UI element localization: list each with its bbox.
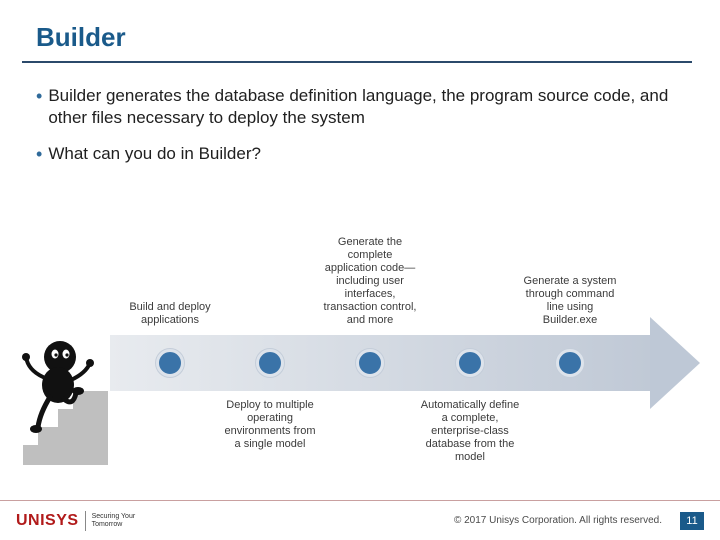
company-logo: UNISYS Securing YourTomorrow <box>16 511 135 531</box>
process-diagram: Build and deploy applications Deploy to … <box>0 220 720 480</box>
climbing-figure-icon <box>18 335 113 470</box>
step-dot <box>356 349 384 377</box>
bullet-item: • What can you do in Builder? <box>36 143 684 165</box>
page-number: 11 <box>680 512 704 530</box>
step-label: Build and deploy applications <box>120 301 220 327</box>
step-label: Automatically define a complete, enterpr… <box>420 399 520 464</box>
step-label: Generate the complete application code—i… <box>320 236 420 327</box>
step-label: Generate a system through command line u… <box>520 275 620 327</box>
copyright-text: © 2017 Unisys Corporation. All rights re… <box>454 515 662 526</box>
footer: UNISYS Securing YourTomorrow © 2017 Unis… <box>0 500 720 540</box>
bullet-text: Builder generates the database definitio… <box>48 85 684 129</box>
step-dot <box>456 349 484 377</box>
step-dot <box>556 349 584 377</box>
content-area: • Builder generates the database definit… <box>0 63 720 165</box>
page-title: Builder <box>36 22 720 53</box>
step-dot <box>156 349 184 377</box>
step-label: Deploy to multiple operating environment… <box>220 399 320 451</box>
arrow-head-icon <box>650 317 700 409</box>
bullet-marker-icon: • <box>36 143 42 165</box>
bullet-marker-icon: • <box>36 85 42 129</box>
bullet-text: What can you do in Builder? <box>48 143 261 165</box>
bullet-item: • Builder generates the database definit… <box>36 85 684 129</box>
logo-text: UNISYS <box>16 512 79 530</box>
step-dot <box>256 349 284 377</box>
logo-tagline: Securing YourTomorrow <box>92 513 136 529</box>
logo-divider <box>85 511 86 531</box>
process-arrow: Build and deploy applications Deploy to … <box>110 335 700 391</box>
